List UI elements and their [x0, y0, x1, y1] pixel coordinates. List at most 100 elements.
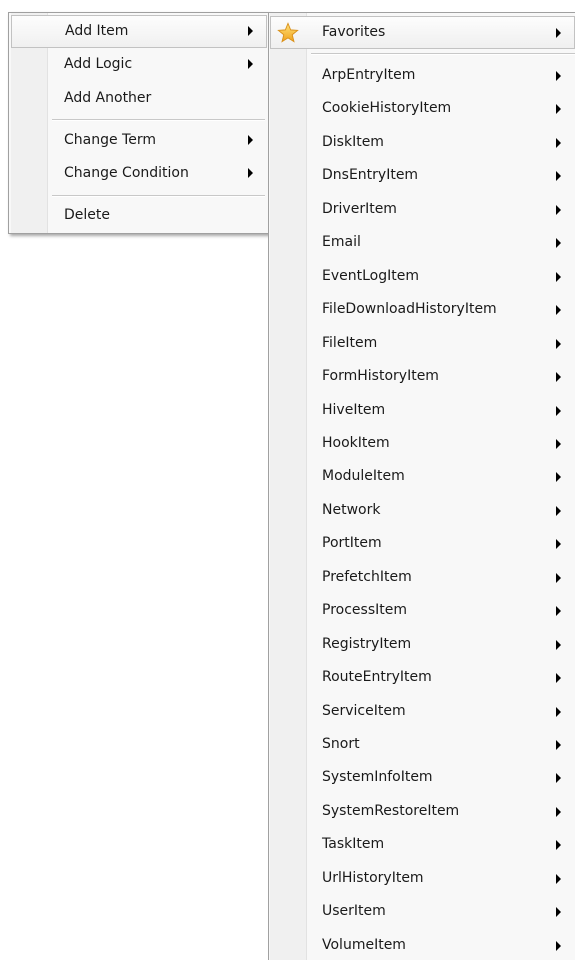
menu-item-change-term[interactable]: Change Term	[11, 124, 267, 157]
submenu-item-volumeitem[interactable]: VolumeItem	[270, 929, 575, 960]
submenu-item-label: DiskItem	[322, 134, 384, 150]
context-menu: Add Item Add Logic Add Another Change Te…	[8, 12, 270, 234]
submenu-arrow-icon	[556, 941, 561, 951]
menu-item-label: Add Another	[64, 90, 152, 106]
submenu-arrow-icon	[556, 707, 561, 717]
submenu-item-label: FileItem	[322, 335, 378, 351]
submenu-arrow-icon	[556, 205, 561, 215]
submenu-arrow-icon	[556, 372, 561, 382]
submenu-item-label: PortItem	[322, 535, 382, 551]
menu-item-label: Delete	[64, 207, 110, 223]
submenu-item-label: SystemInfoItem	[322, 769, 433, 785]
menu-item-add-item[interactable]: Add Item	[11, 15, 267, 48]
submenu-item-label: Snort	[322, 736, 360, 752]
submenu-item-hiveitem[interactable]: HiveItem	[270, 394, 575, 427]
submenu-item-routeentryitem[interactable]: RouteEntryItem	[270, 661, 575, 694]
submenu-item-label: HiveItem	[322, 402, 386, 418]
submenu-arrow-icon	[248, 168, 253, 178]
submenu-arrow-icon	[556, 472, 561, 482]
submenu-item-label: RouteEntryItem	[322, 669, 432, 685]
submenu-item-label: DnsEntryItem	[322, 167, 419, 183]
submenu-arrow-icon	[556, 506, 561, 516]
submenu-arrow-icon	[556, 439, 561, 449]
submenu-item-label: UrlHistoryItem	[322, 870, 424, 886]
submenu-item-systemrestoreitem[interactable]: SystemRestoreItem	[270, 795, 575, 828]
submenu-item-diskitem[interactable]: DiskItem	[270, 126, 575, 159]
submenu-item-label: HookItem	[322, 435, 390, 451]
menu-item-delete[interactable]: Delete	[11, 199, 267, 232]
submenu-item-label: FileDownloadHistoryItem	[322, 301, 497, 317]
submenu-item-dnsentryitem[interactable]: DnsEntryItem	[270, 159, 575, 192]
submenu-arrow-icon	[556, 907, 561, 917]
submenu-arrow-icon	[556, 272, 561, 282]
menu-item-label: Change Condition	[64, 165, 189, 181]
submenu-item-processitem[interactable]: ProcessItem	[270, 594, 575, 627]
submenu-arrow-icon	[556, 406, 561, 416]
submenu-arrow-icon	[556, 305, 561, 315]
submenu-item-label: EventLogItem	[322, 268, 419, 284]
submenu-item-email[interactable]: Email	[270, 226, 575, 259]
submenu-item-fileitem[interactable]: FileItem	[270, 327, 575, 360]
submenu-item-hookitem[interactable]: HookItem	[270, 427, 575, 460]
submenu-arrow-icon	[556, 840, 561, 850]
submenu-item-portitem[interactable]: PortItem	[270, 527, 575, 560]
menu-item-add-another[interactable]: Add Another	[11, 82, 267, 115]
submenu-item-taskitem[interactable]: TaskItem	[270, 828, 575, 861]
submenu-arrow-icon	[556, 807, 561, 817]
submenu-item-label: FormHistoryItem	[322, 368, 439, 384]
submenu-arrow-icon	[556, 339, 561, 349]
submenu-arrow-icon	[556, 28, 561, 38]
menu-separator	[52, 195, 265, 197]
menu-item-label: Add Logic	[64, 56, 133, 72]
menu-item-label: Change Term	[64, 132, 156, 148]
submenu-item-serviceitem[interactable]: ServiceItem	[270, 695, 575, 728]
submenu-arrow-icon	[556, 71, 561, 81]
menu-separator	[52, 119, 265, 121]
submenu-arrow-icon	[556, 238, 561, 248]
submenu-item-label: DriverItem	[322, 201, 397, 217]
submenu-item-label: UserItem	[322, 903, 386, 919]
menu-item-change-condition[interactable]: Change Condition	[11, 157, 267, 190]
submenu-item-formhistoryitem[interactable]: FormHistoryItem	[270, 360, 575, 393]
submenu-item-moduleitem[interactable]: ModuleItem	[270, 460, 575, 493]
submenu-item-useritem[interactable]: UserItem	[270, 895, 575, 928]
submenu-item-cookiehistoryitem[interactable]: CookieHistoryItem	[270, 92, 575, 125]
submenu-item-eventlogitem[interactable]: EventLogItem	[270, 260, 575, 293]
submenu-item-label: TaskItem	[322, 836, 385, 852]
submenu-item-label: ArpEntryItem	[322, 67, 416, 83]
add-item-submenu: Favorites ArpEntryItem CookieHistoryItem D…	[268, 12, 575, 960]
submenu-item-label: ModuleItem	[322, 468, 405, 484]
submenu-item-registryitem[interactable]: RegistryItem	[270, 628, 575, 661]
submenu-arrow-icon	[248, 135, 253, 145]
menu-item-label: Add Item	[65, 23, 129, 39]
submenu-arrow-icon	[556, 673, 561, 683]
star-icon	[277, 22, 299, 43]
submenu-arrow-icon	[556, 874, 561, 884]
submenu-arrow-icon	[248, 59, 253, 69]
submenu-item-arpentryitem[interactable]: ArpEntryItem	[270, 59, 575, 92]
submenu-arrow-icon	[556, 740, 561, 750]
submenu-arrow-icon	[248, 26, 253, 36]
submenu-arrow-icon	[556, 573, 561, 583]
menu-item-add-logic[interactable]: Add Logic	[11, 48, 267, 81]
submenu-item-label: Network	[322, 502, 381, 518]
submenu-item-label: Favorites	[322, 24, 386, 40]
submenu-arrow-icon	[556, 171, 561, 181]
submenu-item-label: VolumeItem	[322, 937, 406, 953]
submenu-item-label: ProcessItem	[322, 602, 407, 618]
submenu-item-urlhistoryitem[interactable]: UrlHistoryItem	[270, 862, 575, 895]
submenu-arrow-icon	[556, 539, 561, 549]
submenu-item-label: RegistryItem	[322, 636, 412, 652]
submenu-item-prefetchitem[interactable]: PrefetchItem	[270, 561, 575, 594]
submenu-item-network[interactable]: Network	[270, 494, 575, 527]
submenu-item-label: PrefetchItem	[322, 569, 412, 585]
submenu-item-favorites[interactable]: Favorites	[270, 16, 575, 49]
submenu-item-systeminfoitem[interactable]: SystemInfoItem	[270, 761, 575, 794]
submenu-item-driveritem[interactable]: DriverItem	[270, 193, 575, 226]
submenu-item-label: Email	[322, 234, 361, 250]
submenu-arrow-icon	[556, 104, 561, 114]
submenu-item-label: ServiceItem	[322, 703, 406, 719]
submenu-item-filedownloadhistoryitem[interactable]: FileDownloadHistoryItem	[270, 293, 575, 326]
submenu-item-snort[interactable]: Snort	[270, 728, 575, 761]
submenu-item-label: CookieHistoryItem	[322, 100, 452, 116]
